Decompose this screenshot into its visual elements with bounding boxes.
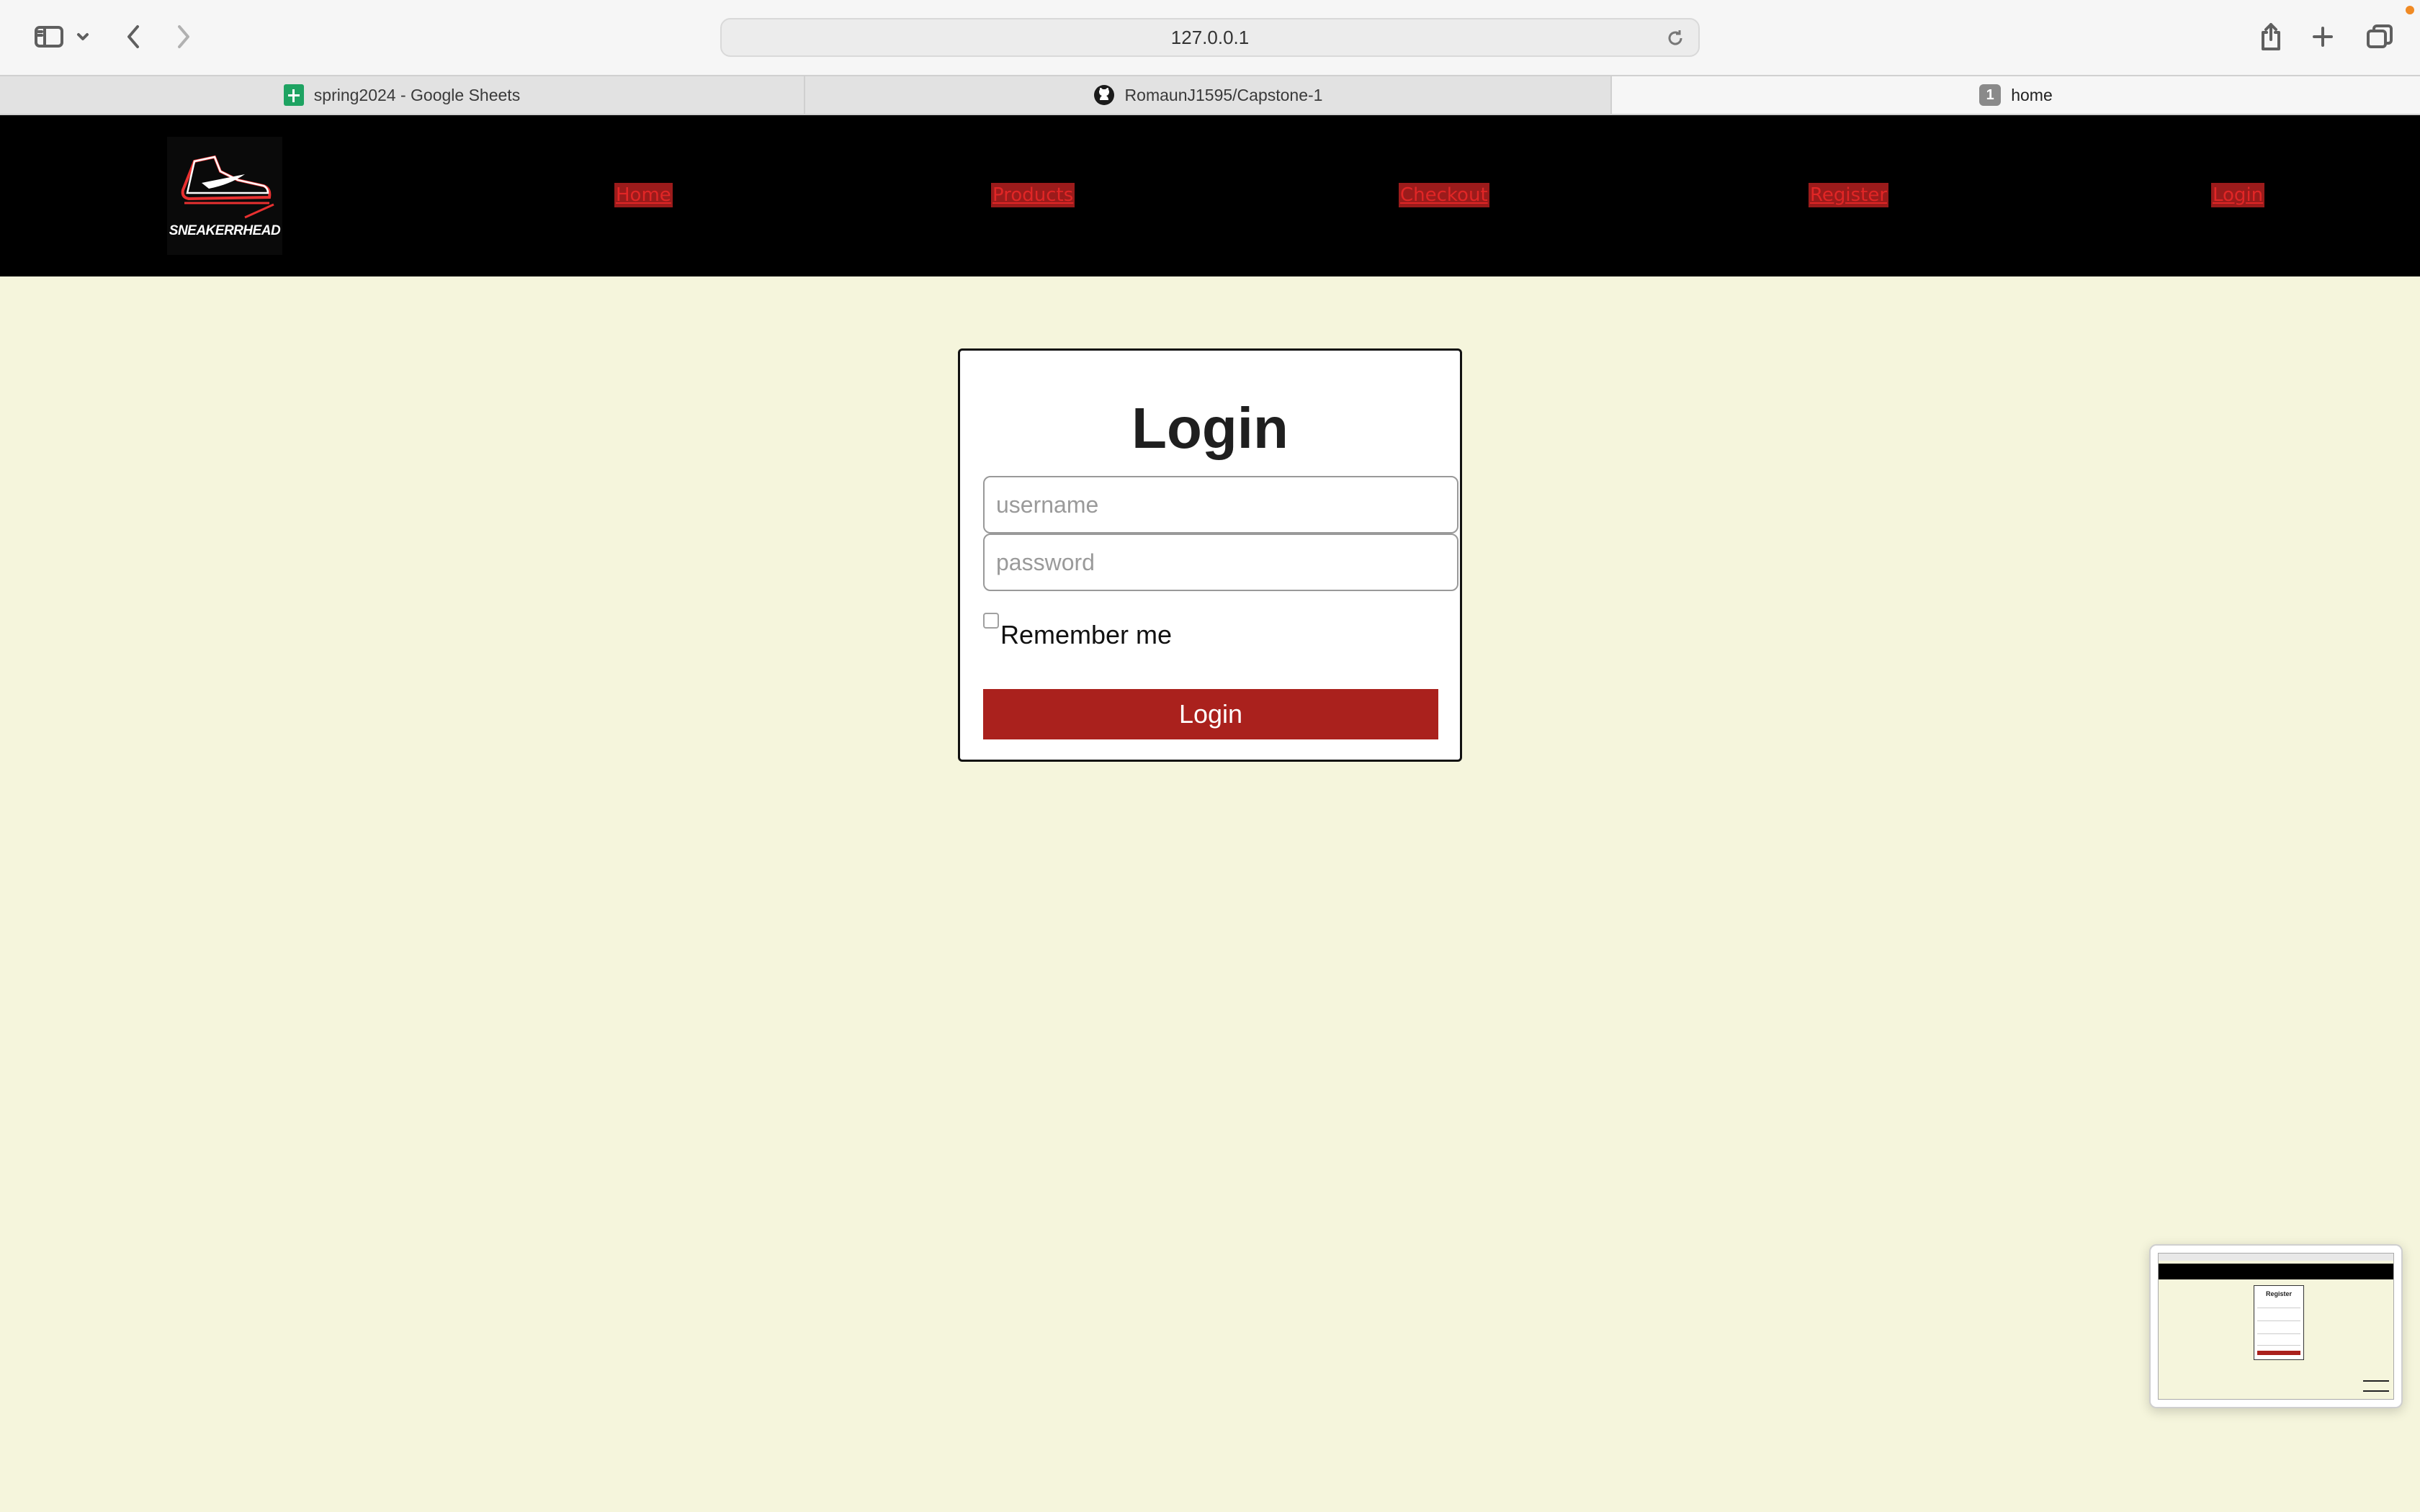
tab-google-sheets[interactable]: spring2024 - Google Sheets xyxy=(0,76,805,114)
github-icon xyxy=(1093,84,1115,106)
nav-link-products[interactable]: Products xyxy=(991,183,1075,207)
back-icon[interactable] xyxy=(115,16,151,58)
thumbnail-title: Register xyxy=(2265,1290,2292,1297)
thumbnail-image: Register xyxy=(2158,1253,2394,1400)
logo-text: SNEAKERRHEAD xyxy=(169,223,281,238)
thumbnail-field xyxy=(2257,1333,2300,1334)
nav-link-login[interactable]: Login xyxy=(2211,183,2265,207)
remember-me-label[interactable]: Remember me xyxy=(1000,620,1172,650)
nav-link-checkout[interactable]: Checkout xyxy=(1399,183,1489,207)
thumbnail-button xyxy=(2257,1351,2300,1355)
new-tab-icon[interactable] xyxy=(2305,16,2341,58)
notification-dot xyxy=(2406,6,2414,14)
login-button[interactable]: Login xyxy=(983,689,1438,739)
address-bar[interactable]: 127.0.0.1 xyxy=(720,18,1700,57)
tab-overview-icon[interactable] xyxy=(2360,16,2400,58)
thumbnail-navbar xyxy=(2159,1264,2393,1279)
thumbnail-form-card: Register xyxy=(2254,1285,2304,1360)
tab-github[interactable]: RomaunJ1595/Capstone-1 xyxy=(805,76,1612,114)
forward-icon[interactable] xyxy=(166,16,202,58)
screenshot-thumbnail[interactable]: Register xyxy=(2149,1244,2403,1408)
browser-toolbar: 127.0.0.1 xyxy=(0,0,2420,75)
tab-home[interactable]: 1 home xyxy=(1612,76,2420,114)
password-input[interactable] xyxy=(983,534,1458,591)
thumbnail-mini-preview xyxy=(2363,1380,2389,1392)
username-input[interactable] xyxy=(983,476,1458,534)
google-sheets-icon xyxy=(283,84,304,106)
sidebar-toggle-icon[interactable] xyxy=(26,16,72,58)
login-card: Login Remember me Login xyxy=(958,348,1462,762)
share-icon[interactable] xyxy=(2253,16,2289,58)
url-text: 127.0.0.1 xyxy=(1170,26,1250,48)
thumbnail-toolbar xyxy=(2159,1254,2393,1261)
reload-icon[interactable] xyxy=(1665,28,1685,53)
site-logo[interactable]: SNEAKERRHEAD xyxy=(167,137,282,255)
tab-badge: 1 xyxy=(1979,84,2002,106)
remember-me-checkbox[interactable] xyxy=(983,613,999,629)
nav-link-home[interactable]: Home xyxy=(614,183,673,207)
thumbnail-field xyxy=(2257,1345,2300,1346)
nav-link-register[interactable]: Register xyxy=(1809,183,1889,207)
tab-bar: spring2024 - Google Sheets RomaunJ1595/C… xyxy=(0,75,2420,115)
thumbnail-field xyxy=(2257,1320,2300,1321)
tab-label: home xyxy=(2011,85,2053,104)
sneaker-logo-icon xyxy=(181,155,274,219)
tab-label: RomaunJ1595/Capstone-1 xyxy=(1124,85,1323,104)
chevron-down-icon[interactable] xyxy=(72,16,94,58)
site-navbar: SNEAKERRHEAD Home Products Checkout Regi… xyxy=(0,115,2420,276)
tab-label: spring2024 - Google Sheets xyxy=(313,85,521,104)
login-title: Login xyxy=(1131,396,1289,460)
remember-me-row: Remember me xyxy=(983,613,1172,650)
